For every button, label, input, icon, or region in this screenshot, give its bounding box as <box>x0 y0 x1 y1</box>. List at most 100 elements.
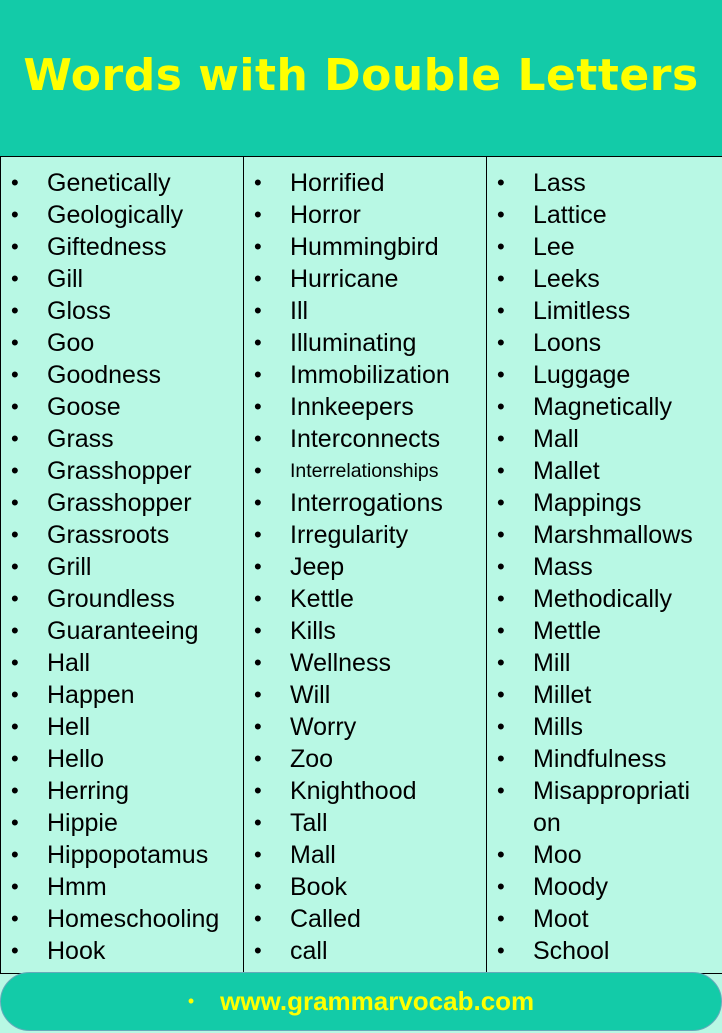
bullet-icon: • <box>497 458 505 483</box>
list-item: • Horrified <box>244 167 486 199</box>
word-text: Leeks <box>533 265 600 293</box>
list-item: • Misappropriati on <box>487 775 722 839</box>
word-text: School <box>533 937 610 965</box>
list-item: • Grasshopper <box>1 487 243 519</box>
list-item: • Marshmallows <box>487 519 722 551</box>
word-column-1: • Genetically • Geologically • Giftedness • Gil… <box>0 157 243 973</box>
word-text: Mill <box>533 649 571 677</box>
word-text: Lass <box>533 169 586 197</box>
website-link[interactable]: www.grammarvocab.com <box>220 986 534 1017</box>
word-text: Horror <box>290 201 361 229</box>
list-item: • Goose <box>1 391 243 423</box>
list-item: • Hurricane <box>244 263 486 295</box>
word-column-3: • Lass • Lattice • Lee • Leeks • Limitless • Loons •… <box>486 157 722 973</box>
bullet-icon: • <box>11 330 19 355</box>
word-text: Knighthood <box>290 777 417 805</box>
bullet-icon: • <box>11 650 19 675</box>
word-text: Innkeepers <box>290 393 414 421</box>
word-text: Hippie <box>47 809 118 837</box>
word-text: Interrogations <box>290 489 443 517</box>
list-item: • Interrelationships <box>244 455 486 487</box>
list-item: • Homeschooling <box>1 903 243 935</box>
word-text: Magnetically <box>533 393 672 421</box>
word-text: Hmm <box>47 873 107 901</box>
list-item: • Kills <box>244 615 486 647</box>
bullet-icon: • <box>497 362 505 387</box>
bullet-icon: • <box>497 682 505 707</box>
bullet-icon: • <box>11 938 19 963</box>
list-item: • Hall <box>1 647 243 679</box>
list-item: • Book <box>244 871 486 903</box>
bullet-icon: • <box>497 202 505 227</box>
bullet-icon: • <box>11 490 19 515</box>
bullet-icon: • <box>254 298 262 323</box>
bullet-icon: • <box>254 874 262 899</box>
word-text: Gill <box>47 265 84 293</box>
word-text: Immobilization <box>290 361 450 389</box>
word-text: Giftedness <box>47 233 167 261</box>
list-item: • call <box>244 935 486 967</box>
list-item: • Limitless <box>487 295 722 327</box>
bullet-icon: • <box>11 586 19 611</box>
bullet-icon: • <box>497 906 505 931</box>
list-item: • Kettle <box>244 583 486 615</box>
word-text: Hook <box>47 937 106 965</box>
bullet-icon: • <box>11 298 19 323</box>
list-item: • Moody <box>487 871 722 903</box>
list-item: • Tall <box>244 807 486 839</box>
list-item: • Loons <box>487 327 722 359</box>
word-text: Goo <box>47 329 95 357</box>
list-item: • Gill <box>1 263 243 295</box>
list-item: • Grass <box>1 423 243 455</box>
word-text: Grasshopper <box>47 489 192 517</box>
word-text: Ill <box>290 297 309 325</box>
list-item: • Moot <box>487 903 722 935</box>
bullet-icon: • <box>11 874 19 899</box>
list-item: • Hmm <box>1 871 243 903</box>
list-item: • Grill <box>1 551 243 583</box>
bullet-icon: • <box>254 330 262 355</box>
word-text: Homeschooling <box>47 905 220 933</box>
bullet-icon: • <box>11 618 19 643</box>
bullet-icon: • <box>11 266 19 291</box>
word-text: Mass <box>533 553 593 581</box>
word-text: Mall <box>290 841 336 869</box>
word-text: Millet <box>533 681 592 709</box>
bullet-icon: • <box>254 490 262 515</box>
word-text: Lee <box>533 233 575 261</box>
bullet-icon: • <box>11 394 19 419</box>
bullet-icon: • <box>497 490 505 515</box>
word-text: Happen <box>47 681 135 709</box>
list-item: • Illuminating <box>244 327 486 359</box>
bullet-icon: • <box>497 586 505 611</box>
bullet-icon: • <box>11 906 19 931</box>
word-text: Irregularity <box>290 521 409 549</box>
list-item: • Moo <box>487 839 722 871</box>
word-text: Wellness <box>290 649 391 677</box>
word-text: Grass <box>47 425 114 453</box>
list-item: • Magnetically <box>487 391 722 423</box>
word-text: Grassroots <box>47 521 170 549</box>
list-item: • Leeks <box>487 263 722 295</box>
bullet-icon: • <box>497 618 505 643</box>
bullet-icon: • <box>254 202 262 227</box>
list-item: • Goo <box>1 327 243 359</box>
word-text: Moo <box>533 841 582 869</box>
word-column-2: • Horrified • Horror • Hummingbird • Hurricane •… <box>243 157 486 973</box>
bullet-icon: • <box>187 991 195 1011</box>
list-item: • Grasshopper <box>1 455 243 487</box>
bullet-icon: • <box>11 682 19 707</box>
list-item: • Mill <box>487 647 722 679</box>
bullet-icon: • <box>254 938 262 963</box>
word-text: Limitless <box>533 297 631 325</box>
word-text: Interrelationships <box>290 460 439 482</box>
word-text: Mallet <box>533 457 600 485</box>
bullet-icon: • <box>254 810 262 835</box>
word-text: Mindfulness <box>533 745 667 773</box>
list-item: • Methodically <box>487 583 722 615</box>
word-text: Misappropriati on <box>533 777 691 837</box>
bullet-icon: • <box>254 170 262 195</box>
list-item: • Mills <box>487 711 722 743</box>
list-item: • Herring <box>1 775 243 807</box>
list-item: • Gloss <box>1 295 243 327</box>
